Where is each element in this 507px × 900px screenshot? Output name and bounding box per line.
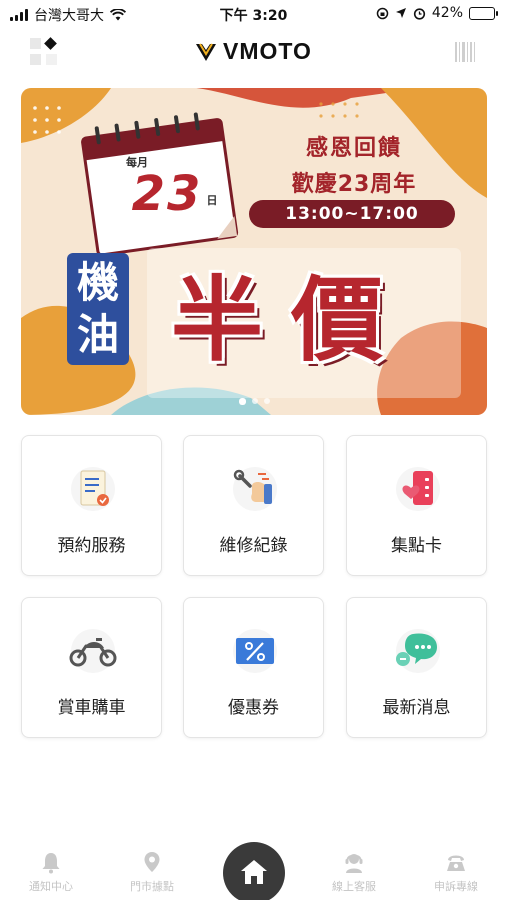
promo-banner[interactable]: 每月 23 日 感恩回饋 歡慶23周年 13:00~17:00 機油 半價 — [21, 88, 487, 415]
tile-appointment[interactable]: 預約服務 — [21, 435, 162, 576]
brand-name: VMOTO — [223, 38, 312, 64]
vmoto-logo-icon — [196, 42, 217, 61]
banner-line2: 歡慶23周年 — [291, 172, 417, 197]
repair-record-icon — [233, 467, 277, 511]
tile-label: 賞車購車 — [57, 698, 126, 718]
banner-time-range: 13:00~17:00 — [249, 200, 455, 228]
tile-label: 集點卡 — [391, 536, 442, 556]
customer-service-icon — [345, 854, 363, 873]
battery-percent: 42% — [431, 5, 463, 21]
rotation-lock-icon — [376, 7, 389, 19]
home-button[interactable] — [223, 842, 285, 900]
bell-icon — [42, 853, 60, 874]
pagination-dot[interactable] — [251, 398, 258, 404]
tile-repair-record[interactable]: 維修紀錄 — [183, 435, 324, 576]
brand-logo: VMOTO — [0, 38, 507, 65]
app-screen: 台灣大哥大 下午 3:20 42% VMOTO 每月 23 日 感恩回饋 歡慶2… — [0, 0, 507, 900]
location-pin-icon — [144, 852, 160, 872]
nav-complaint-line[interactable]: 申訴專線 — [411, 850, 501, 894]
nav-notifications[interactable]: 通知中心 — [6, 850, 96, 894]
banner-pagination — [21, 398, 487, 405]
home-icon — [241, 860, 267, 884]
coupon-icon — [233, 629, 277, 673]
tile-news[interactable]: 最新消息 — [346, 597, 487, 738]
alarm-icon — [413, 7, 425, 20]
tile-coupon[interactable]: 優惠券 — [183, 597, 324, 738]
tile-label: 預約服務 — [57, 536, 126, 556]
nav-label: 申訴專線 — [434, 880, 478, 893]
banner-line1: 感恩回饋 — [305, 136, 402, 161]
pagination-dot[interactable] — [263, 398, 270, 404]
motorcycle-icon — [69, 629, 117, 673]
nav-label: 通知中心 — [29, 880, 73, 893]
status-right: 42% — [376, 5, 498, 21]
news-icon — [396, 629, 440, 673]
status-bar: 台灣大哥大 下午 3:20 42% — [0, 0, 507, 26]
nav-label: 門市據點 — [130, 880, 174, 893]
tile-label: 最新消息 — [382, 698, 451, 718]
pagination-dot-active[interactable] — [238, 398, 246, 405]
battery-icon — [469, 6, 498, 20]
calendar-day-suffix: 日 — [206, 194, 218, 207]
nav-store-locations[interactable]: 門市據點 — [107, 850, 197, 894]
location-arrow-icon — [395, 8, 406, 18]
tile-label: 優惠券 — [228, 698, 279, 718]
banner-product: 機油 — [67, 253, 129, 365]
complaint-line-icon — [447, 855, 465, 871]
tile-label: 維修紀錄 — [219, 536, 288, 556]
barcode-icon[interactable] — [455, 42, 477, 62]
nav-label: 線上客服 — [332, 880, 376, 893]
appointment-icon — [71, 467, 115, 511]
banner-headline: 半價 — [171, 267, 412, 374]
calendar-day: 23 — [131, 166, 203, 222]
tile-browse-vehicles[interactable]: 賞車購車 — [21, 597, 162, 738]
point-card-icon — [396, 467, 440, 511]
app-header: VMOTO — [0, 30, 507, 74]
tile-point-card[interactable]: 集點卡 — [346, 435, 487, 576]
nav-online-support[interactable]: 線上客服 — [309, 850, 399, 894]
